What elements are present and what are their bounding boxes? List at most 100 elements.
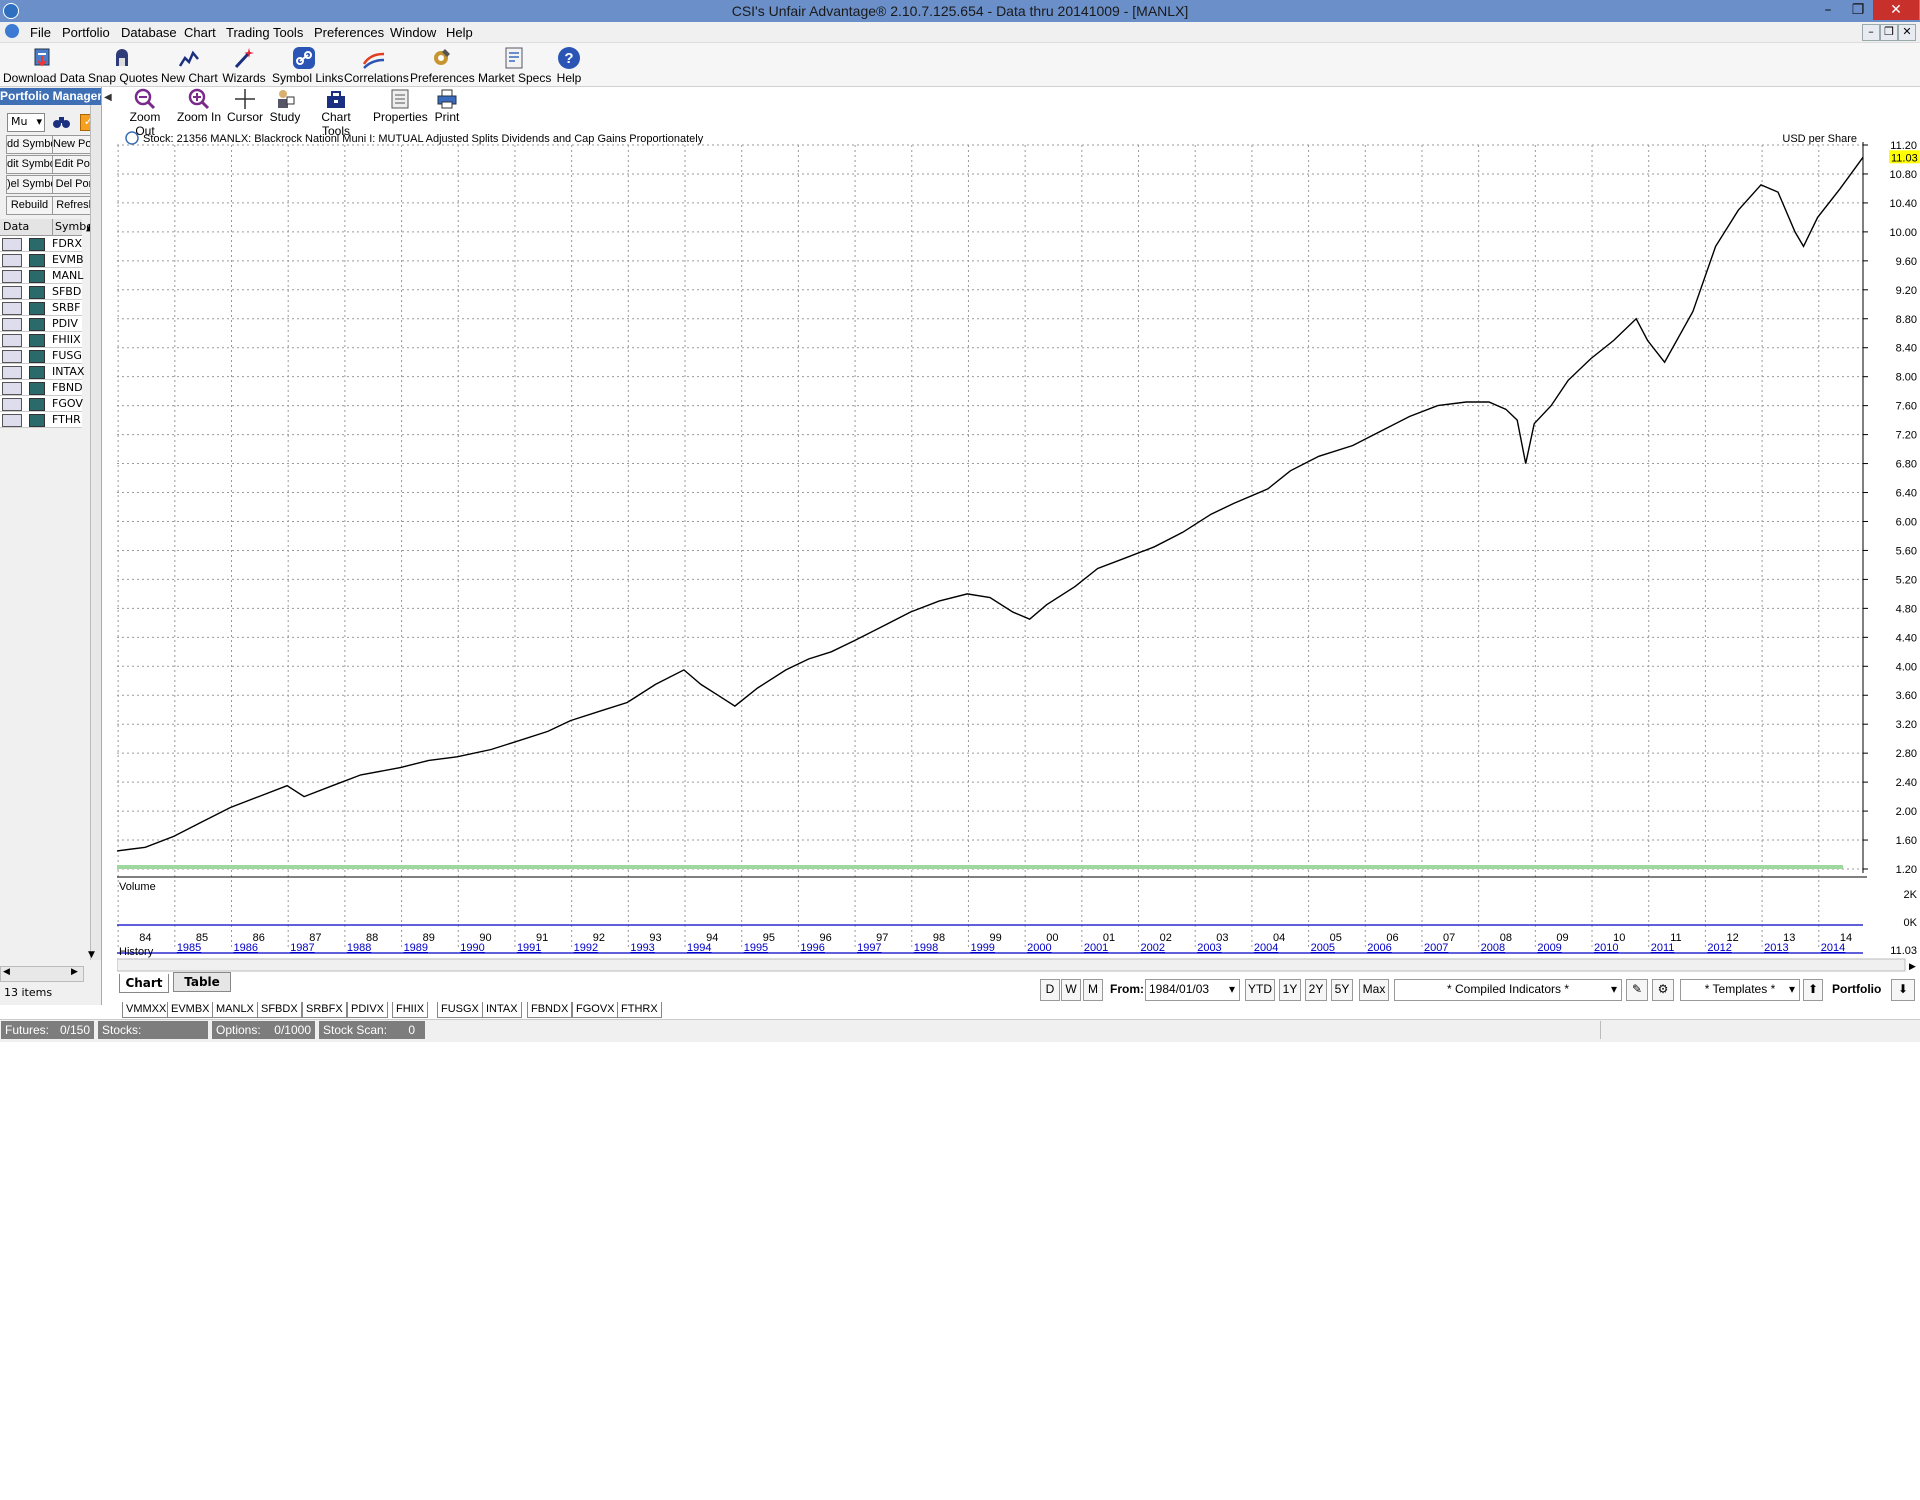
portfolio-toggle-label[interactable]: Portfolio bbox=[1832, 982, 1881, 996]
history-year-label[interactable]: 2008 bbox=[1481, 942, 1505, 954]
history-year-label[interactable]: 1989 bbox=[404, 942, 428, 954]
menu-preferences[interactable]: Preferences bbox=[314, 25, 384, 40]
download-data-button[interactable]: Download Data bbox=[3, 43, 85, 86]
mdi-close-icon[interactable]: ✕ bbox=[1898, 24, 1916, 41]
range-max-button[interactable]: Max bbox=[1359, 979, 1389, 1001]
history-year-label[interactable]: 2001 bbox=[1084, 942, 1108, 954]
collapse-panel-icon[interactable]: ◀ bbox=[104, 92, 112, 103]
period-monthly-button[interactable]: M bbox=[1083, 979, 1103, 1001]
help-button[interactable]: ? Help bbox=[553, 43, 585, 86]
symbol-tab-fbndx[interactable]: FBNDX bbox=[527, 1002, 573, 1018]
print-button[interactable]: Print bbox=[432, 88, 462, 128]
menu-trading-tools[interactable]: Trading Tools bbox=[226, 25, 303, 40]
menu-window[interactable]: Window bbox=[390, 25, 436, 40]
list-item[interactable]: EVMB bbox=[0, 252, 84, 268]
wizards-button[interactable]: Wizards bbox=[221, 43, 267, 86]
list-item[interactable]: FBND bbox=[0, 380, 83, 396]
history-year-label[interactable]: 1993 bbox=[630, 942, 654, 954]
chart-scroll-right-icon[interactable]: ▶ bbox=[1909, 961, 1916, 971]
range-5y-button[interactable]: 5Y bbox=[1331, 979, 1353, 1001]
menu-chart[interactable]: Chart bbox=[184, 25, 216, 40]
tab-table[interactable]: Table bbox=[173, 972, 231, 992]
period-daily-button[interactable]: D bbox=[1040, 979, 1060, 1001]
portfolio-horizontal-scrollbar[interactable]: ◀ ▶ bbox=[0, 966, 84, 982]
symbol-tab-srbfx[interactable]: SRBFX bbox=[302, 1002, 347, 1018]
history-year-label[interactable]: 2000 bbox=[1027, 942, 1051, 954]
chart-horizontal-scrollbar[interactable] bbox=[117, 958, 1906, 972]
range-ytd-button[interactable]: YTD bbox=[1245, 979, 1275, 1001]
list-item[interactable]: FUSG bbox=[0, 348, 82, 364]
history-year-label[interactable]: 2009 bbox=[1537, 942, 1561, 954]
symbol-tab-sfbdx[interactable]: SFBDX bbox=[257, 1002, 302, 1018]
history-year-label[interactable]: 2012 bbox=[1707, 942, 1731, 954]
pencil-icon[interactable]: ✎ bbox=[1626, 979, 1648, 1001]
history-year-label[interactable]: 2007 bbox=[1424, 942, 1448, 954]
globe-icon[interactable] bbox=[5, 24, 19, 38]
symbol-tab-intax[interactable]: INTAX bbox=[482, 1002, 522, 1018]
rebuild-button[interactable]: Rebuild bbox=[6, 196, 53, 215]
list-item[interactable]: SFBD bbox=[0, 284, 82, 300]
history-year-label[interactable]: 2002 bbox=[1141, 942, 1165, 954]
list-item[interactable]: FGOV bbox=[0, 396, 83, 412]
delete-symbol-button[interactable]: )el Symbo bbox=[6, 175, 53, 194]
gear-icon[interactable]: ⚙ bbox=[1652, 979, 1674, 1001]
history-year-label[interactable]: 1996 bbox=[800, 942, 824, 954]
market-specs-button[interactable]: Market Specs bbox=[478, 43, 551, 86]
from-date-select[interactable]: 1984/01/03 ▾ bbox=[1145, 979, 1240, 1001]
scroll-left-icon[interactable]: ◀ bbox=[3, 967, 10, 977]
history-year-label[interactable]: 1997 bbox=[857, 942, 881, 954]
correlations-button[interactable]: Correlations bbox=[344, 43, 409, 86]
period-weekly-button[interactable]: W bbox=[1061, 979, 1081, 1001]
history-year-label[interactable]: 2004 bbox=[1254, 942, 1278, 954]
menu-portfolio[interactable]: Portfolio bbox=[62, 25, 110, 40]
history-year-label[interactable]: 1999 bbox=[970, 942, 994, 954]
add-symbol-button[interactable]: dd Symbo bbox=[6, 135, 53, 154]
history-year-label[interactable]: 2003 bbox=[1197, 942, 1221, 954]
symbol-tab-fgovx[interactable]: FGOVX bbox=[572, 1002, 619, 1018]
edit-symbol-button[interactable]: dit Symbo bbox=[6, 155, 53, 174]
study-button[interactable]: Study bbox=[268, 88, 302, 128]
compiled-indicators-select[interactable]: * Compiled Indicators * ▾ bbox=[1394, 979, 1622, 1001]
symbol-tab-manlx[interactable]: MANLX bbox=[212, 1002, 258, 1018]
history-year-label[interactable]: 1991 bbox=[517, 942, 541, 954]
history-year-label[interactable]: 1995 bbox=[744, 942, 768, 954]
history-year-label[interactable]: 2005 bbox=[1311, 942, 1335, 954]
new-chart-button[interactable]: New Chart bbox=[161, 43, 218, 86]
legend-marker-icon[interactable] bbox=[125, 131, 139, 145]
zoom-in-button[interactable]: Zoom In bbox=[177, 88, 221, 128]
symbol-tab-pdivx[interactable]: PDIVX bbox=[347, 1002, 389, 1018]
history-year-label[interactable]: 1994 bbox=[687, 942, 711, 954]
range-2y-button[interactable]: 2Y bbox=[1305, 979, 1327, 1001]
preferences-button[interactable]: Preferences bbox=[410, 43, 475, 86]
history-year-label[interactable]: 1987 bbox=[290, 942, 314, 954]
list-item[interactable]: INTAX bbox=[0, 364, 84, 380]
history-year-label[interactable]: 2013 bbox=[1764, 942, 1788, 954]
symbol-tab-fthrx[interactable]: FTHRX bbox=[617, 1002, 662, 1018]
history-year-label[interactable]: 1990 bbox=[460, 942, 484, 954]
scroll-down-icon[interactable]: ▼ bbox=[88, 950, 95, 960]
cursor-button[interactable]: Cursor bbox=[227, 88, 263, 128]
history-year-label[interactable]: 1988 bbox=[347, 942, 371, 954]
history-year-label[interactable]: 2011 bbox=[1651, 942, 1675, 954]
snap-quotes-button[interactable]: Snap Quotes bbox=[88, 43, 158, 86]
symbol-links-button[interactable]: Symbol Links bbox=[272, 43, 343, 86]
history-year-label[interactable]: 2006 bbox=[1367, 942, 1391, 954]
range-1y-button[interactable]: 1Y bbox=[1279, 979, 1301, 1001]
mdi-minimize-icon[interactable]: – bbox=[1862, 24, 1880, 41]
price-chart[interactable]: 11.20 10.80 10.40 10.00 9.60 9.20 8.80 8.40 8.00… bbox=[117, 128, 1920, 978]
restore-icon[interactable]: ❐ bbox=[1843, 0, 1873, 20]
portfolio-vertical-scrollbar[interactable] bbox=[90, 105, 101, 960]
close-icon[interactable]: ✕ bbox=[1873, 0, 1919, 20]
templates-select[interactable]: * Templates * ▾ bbox=[1680, 979, 1800, 1001]
portfolio-select[interactable]: Mu ▾ bbox=[7, 113, 45, 132]
tab-chart[interactable]: Chart bbox=[119, 974, 169, 993]
menu-database[interactable]: Database bbox=[121, 25, 177, 40]
menu-help[interactable]: Help bbox=[446, 25, 473, 40]
arrow-up-icon[interactable]: ⬆ bbox=[1803, 979, 1823, 1001]
scroll-right-icon[interactable]: ▶ bbox=[71, 967, 78, 977]
history-year-label[interactable]: 1985 bbox=[177, 942, 201, 954]
history-year-label[interactable]: 1992 bbox=[574, 942, 598, 954]
history-year-label[interactable]: 1998 bbox=[914, 942, 938, 954]
list-item[interactable]: FTHR bbox=[0, 412, 82, 428]
properties-button[interactable]: Properties bbox=[373, 88, 428, 128]
